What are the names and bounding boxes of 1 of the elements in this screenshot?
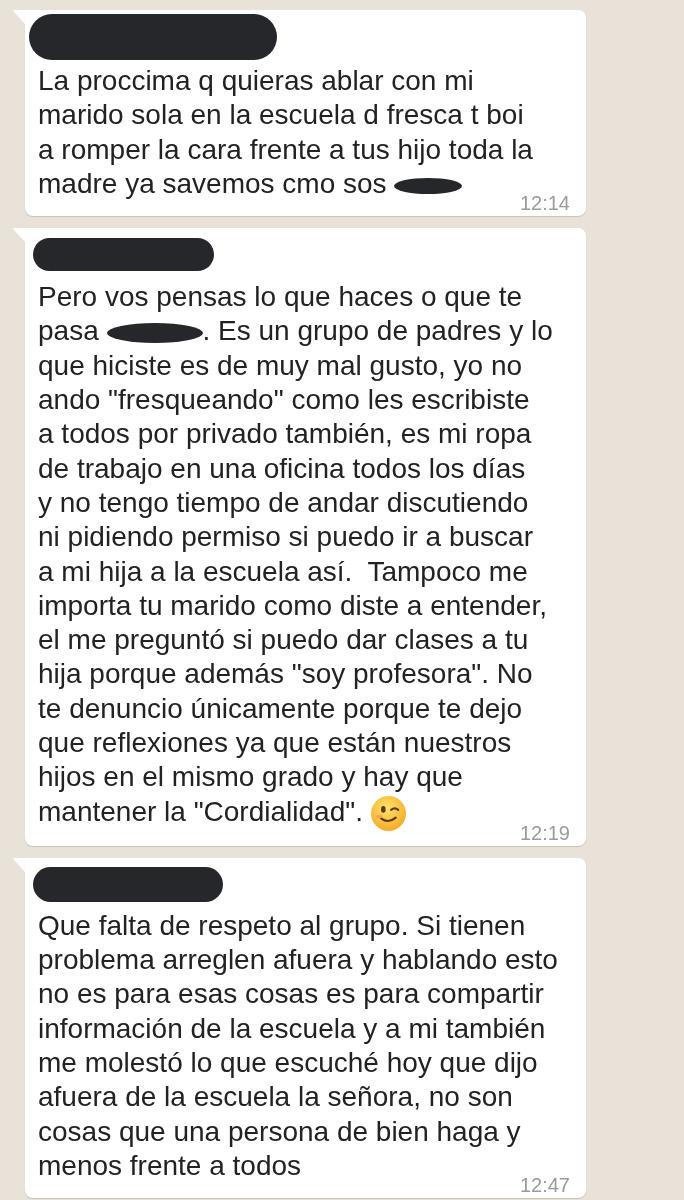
- winking-face-icon: [370, 795, 406, 831]
